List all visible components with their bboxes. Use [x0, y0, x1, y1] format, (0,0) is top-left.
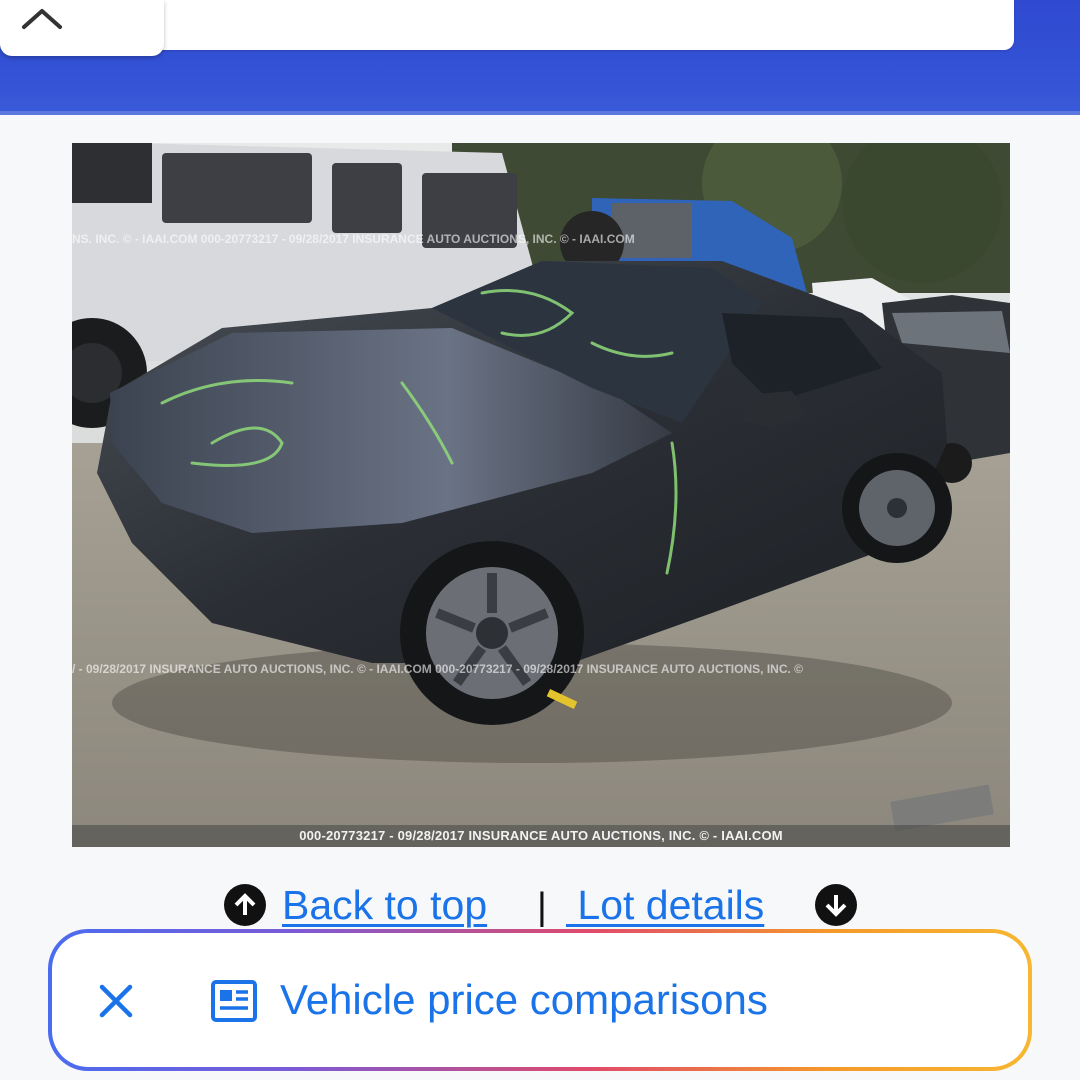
- news-article-icon: [210, 979, 258, 1023]
- top-banner: [0, 0, 1080, 115]
- chevron-up-icon: [22, 9, 62, 29]
- photo-caption: 000-20773217 - 09/28/2017 INSURANCE AUTO…: [72, 825, 1010, 847]
- arrow-down-circle-icon[interactable]: [815, 884, 857, 926]
- price-comparison-chip-body[interactable]: Vehicle price comparisons: [52, 933, 1028, 1067]
- price-comparison-chip[interactable]: Vehicle price comparisons: [48, 929, 1032, 1071]
- back-to-top-link[interactable]: Back to top: [282, 882, 487, 929]
- watermark-top: NS. INC. © - IAAI.COM 000-20773217 - 09/…: [72, 232, 635, 246]
- photo-navigation-links: Back to top | Lot details: [0, 880, 1080, 930]
- collapse-tab[interactable]: [0, 0, 164, 56]
- arrow-up-circle-icon[interactable]: [224, 884, 266, 926]
- search-bar[interactable]: [120, 0, 1014, 50]
- close-icon[interactable]: [94, 979, 138, 1023]
- vehicle-photo: NS. INC. © - IAAI.COM 000-20773217 - 09/…: [72, 143, 1010, 847]
- watermark-middle: / - 09/28/2017 INSURANCE AUTO AUCTIONS, …: [72, 662, 803, 676]
- link-separator: |: [537, 886, 547, 928]
- vehicle-price-comparisons-label[interactable]: Vehicle price comparisons: [280, 976, 768, 1024]
- lot-details-link[interactable]: Lot details: [566, 882, 764, 929]
- vehicle-photo-illustration: NS. INC. © - IAAI.COM 000-20773217 - 09/…: [72, 143, 1010, 847]
